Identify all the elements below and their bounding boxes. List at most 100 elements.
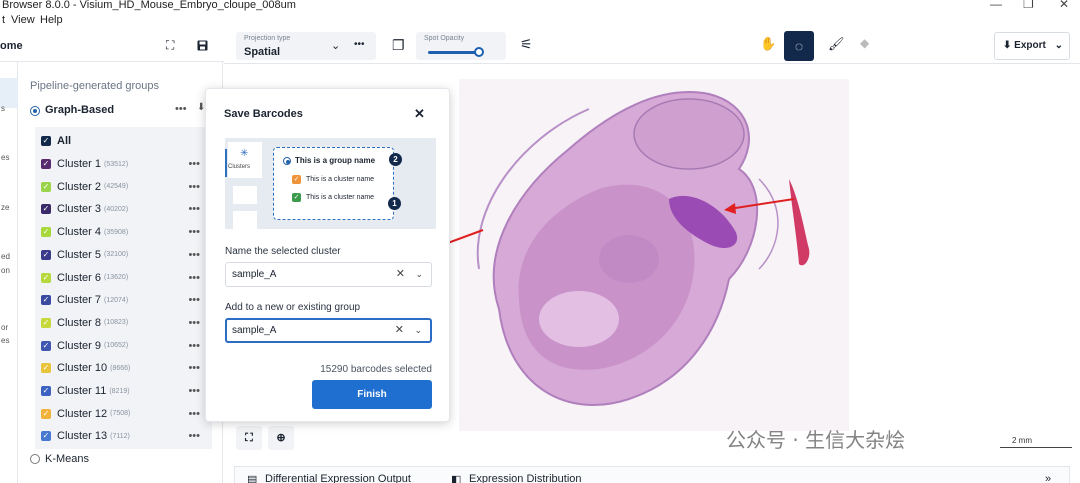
export-button[interactable]: ⬇ Export ⌄ — [994, 32, 1070, 60]
table-icon: ▤ — [247, 474, 258, 483]
more-icon[interactable]: ••• — [188, 249, 200, 261]
bottom-tabs: ▤ Differential Expression Output ◧ Expre… — [234, 466, 1070, 483]
chevron-down-icon[interactable]: ⌄ — [415, 263, 423, 286]
more-icon[interactable]: ••• — [188, 226, 200, 238]
checkbox-icon[interactable]: ✓ — [41, 204, 51, 215]
checkbox-icon[interactable]: ✓ — [41, 159, 51, 169]
save-icon[interactable] — [197, 40, 208, 51]
opacity-slider[interactable]: Spot Opacity — [416, 32, 506, 60]
more-icon[interactable]: ••• — [188, 408, 200, 420]
rail-item-label[interactable]: on — [1, 266, 10, 275]
lasso-tool[interactable]: ◌ — [784, 31, 814, 61]
checkbox-icon[interactable]: ✓ — [41, 317, 51, 328]
more-icon[interactable]: ••• — [188, 272, 200, 284]
step-badge-2: 2 — [389, 153, 402, 166]
more-icon[interactable]: ••• — [188, 385, 200, 397]
checkbox-icon[interactable]: ✓ — [41, 272, 51, 283]
cluster-row[interactable]: ✓ Cluster 7 (12074) ••• — [41, 290, 206, 310]
more-icon[interactable]: ••• — [188, 294, 200, 306]
slider-handle[interactable] — [474, 47, 484, 57]
menu-item-view[interactable]: View — [11, 14, 35, 26]
cluster-row[interactable]: ✓ Cluster 11 (8219) ••• — [41, 381, 206, 401]
illustration-group-name: This is a group name — [295, 156, 376, 165]
menu-item-edit[interactable]: t — [2, 14, 5, 26]
cluster-row[interactable]: ✓ Cluster 2 (42549) ••• — [41, 177, 206, 197]
more-icon[interactable]: ••• — [354, 39, 365, 50]
cluster-name-input[interactable]: sample_A ✕ ⌄ — [225, 262, 432, 287]
checkbox-icon[interactable]: ✓ — [41, 340, 51, 351]
rail-item-label[interactable]: ze — [1, 203, 9, 212]
cluster-count: (35908) — [104, 228, 129, 236]
checkbox-icon[interactable]: ✓ — [41, 181, 51, 192]
close-icon[interactable]: ✕ — [1059, 0, 1069, 11]
more-icon[interactable]: ••• — [188, 317, 200, 329]
cluster-list: ✓ All ✓ Cluster 1 (53512) ••• ✓ Cluster 2 (425… — [35, 127, 212, 449]
cluster-name: Cluster 7 — [57, 294, 102, 307]
rail-item-label[interactable]: es — [1, 153, 9, 162]
chevron-down-icon[interactable]: ⌄ — [331, 39, 340, 52]
checkbox-icon[interactable]: ✓ — [41, 408, 51, 419]
close-icon[interactable]: ✕ — [414, 106, 425, 122]
checkbox-icon[interactable]: ✓ — [41, 136, 51, 146]
more-icon[interactable]: ••• — [188, 340, 200, 352]
settings-sliders-icon[interactable]: ⚟ — [520, 36, 533, 53]
fit-view-button[interactable]: ⛶ — [236, 426, 262, 450]
cluster-row[interactable]: ✓ Cluster 12 (7508) ••• — [41, 404, 206, 424]
zoom-in-icon: ⊕ — [276, 432, 286, 444]
illustration-cluster: ✓ This is a cluster name — [292, 175, 374, 184]
step-badge-1: 1 — [388, 197, 401, 210]
clear-icon[interactable]: ✕ — [396, 263, 405, 286]
cluster-row[interactable]: ✓ Cluster 5 (32100) ••• — [41, 245, 206, 265]
kmeans-radio[interactable] — [30, 454, 40, 464]
kmeans-label[interactable]: K-Means — [45, 453, 89, 465]
maximize-icon[interactable]: ❐ — [1023, 0, 1034, 11]
eraser-icon[interactable]: ◆ — [860, 36, 869, 50]
more-icon[interactable]: ••• — [188, 203, 200, 215]
minimize-icon[interactable]: — — [990, 0, 1002, 11]
cluster-row[interactable]: ✓ Cluster 4 (35908) ••• — [41, 222, 206, 242]
tab-expression-distribution[interactable]: Expression Distribution — [469, 473, 582, 483]
rail-item-label[interactable]: s — [1, 104, 5, 113]
collapse-icon[interactable]: » — [1045, 473, 1051, 483]
more-icon[interactable]: ••• — [188, 362, 200, 374]
fullscreen-icon[interactable]: ⛶ — [166, 38, 174, 53]
slider-track[interactable] — [428, 51, 478, 54]
checkbox-icon[interactable]: ✓ — [41, 431, 51, 442]
zoom-in-button[interactable]: ⊕ — [268, 426, 294, 450]
more-icon[interactable]: ••• — [175, 103, 187, 115]
cluster-row[interactable]: ✓ Cluster 6 (13620) ••• — [41, 268, 206, 288]
chevron-down-icon[interactable]: ⌄ — [414, 320, 422, 341]
brush-icon[interactable]: 🖌 — [828, 36, 845, 52]
cluster-row[interactable]: ✓ Cluster 1 (53512) ••• — [41, 154, 206, 174]
hand-icon[interactable]: ✋ — [760, 36, 776, 52]
cluster-row[interactable]: ✓ Cluster 3 (40202) ••• — [41, 199, 206, 219]
projection-select[interactable]: Projection type Spatial ⌄ ••• — [236, 32, 376, 60]
home-label[interactable]: ome — [0, 40, 23, 52]
all-row[interactable]: ✓ All — [41, 131, 71, 151]
more-icon[interactable]: ••• — [188, 158, 200, 170]
cluster-count: (53512) — [104, 160, 129, 168]
graph-based-label[interactable]: Graph-Based — [45, 104, 114, 116]
checkbox-icon[interactable]: ✓ — [41, 295, 51, 306]
layers-icon[interactable]: ❐ — [392, 37, 405, 54]
clear-icon[interactable]: ✕ — [395, 320, 404, 341]
cluster-row[interactable]: ✓ Cluster 8 (10823) ••• — [41, 313, 206, 333]
tissue-image[interactable] — [459, 79, 849, 431]
checkbox-icon[interactable]: ✓ — [41, 227, 51, 238]
tab-differential-expression[interactable]: Differential Expression Output — [265, 473, 411, 483]
checkbox-icon[interactable]: ✓ — [41, 386, 51, 396]
group-select[interactable]: sample_A ✕ ⌄ — [225, 318, 432, 343]
finish-button[interactable]: Finish — [312, 380, 432, 409]
menu-item-help[interactable]: Help — [40, 14, 63, 26]
rail-item-label[interactable]: or — [1, 323, 8, 332]
graph-based-radio[interactable] — [30, 106, 40, 116]
cluster-row[interactable]: ✓ Cluster 9 (10652) ••• — [41, 336, 206, 356]
cluster-row[interactable]: ✓ Cluster 10 (8666) ••• — [41, 358, 206, 378]
more-icon[interactable]: ••• — [188, 430, 200, 442]
rail-item-label[interactable]: ed — [1, 252, 10, 261]
rail-item-label[interactable]: es — [1, 336, 9, 345]
checkbox-icon[interactable]: ✓ — [41, 363, 51, 374]
cluster-row[interactable]: ✓ Cluster 13 (7112) ••• — [41, 426, 206, 446]
checkbox-icon[interactable]: ✓ — [41, 249, 51, 260]
more-icon[interactable]: ••• — [188, 181, 200, 193]
